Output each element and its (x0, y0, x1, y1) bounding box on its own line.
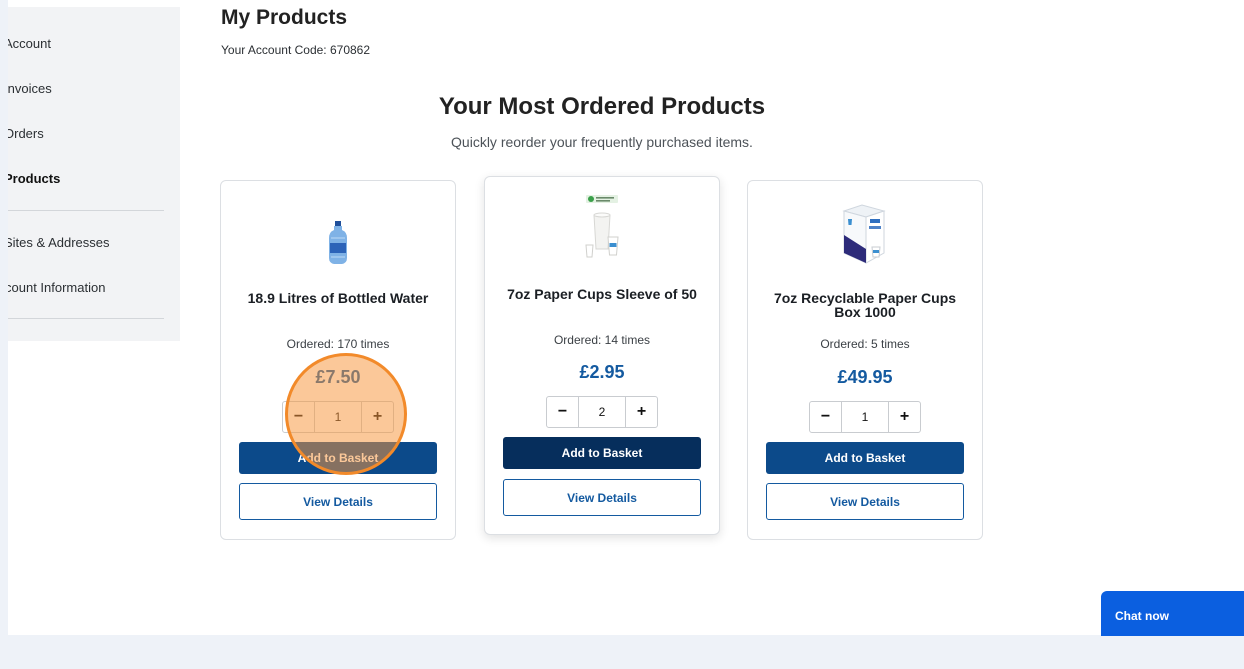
account-code: Your Account Code: 670862 (221, 43, 371, 57)
ordered-count: Ordered: 14 times (553, 333, 651, 347)
quantity-stepper: − 1 + (282, 401, 394, 433)
decrease-quantity-button[interactable]: − (547, 397, 579, 427)
view-details-button[interactable]: View Details (766, 483, 964, 520)
product-card: 18.9 Litres of Bottled Water Ordered: 17… (220, 180, 456, 540)
sidebar-item-products[interactable]: Products (8, 171, 60, 186)
chat-now-button[interactable]: Chat now (1101, 591, 1244, 636)
product-price: £2.95 (579, 362, 625, 382)
product-price: £7.50 (315, 367, 361, 387)
quantity-stepper: − 1 + (809, 401, 921, 433)
paper-cups-icon (582, 193, 622, 261)
add-to-basket-button[interactable]: Add to Basket (503, 437, 701, 469)
section-subtitle: Quickly reorder your frequently purchase… (451, 134, 753, 150)
ordered-count: Ordered: 170 times (286, 337, 390, 351)
sidebar-item-account[interactable]: Account (8, 36, 51, 51)
water-bottle-icon (329, 221, 347, 265)
page-content: Account Invoices Orders Products Sites &… (8, 0, 1244, 635)
cup-box-icon (838, 201, 892, 267)
sidebar-item-sites-addresses[interactable]: Sites & Addresses (8, 235, 110, 250)
section-title: Your Most Ordered Products (438, 93, 766, 120)
product-card: 7oz Paper Cups Sleeve of 50 Ordered: 14 … (484, 176, 720, 535)
decrease-quantity-button[interactable]: − (283, 402, 315, 432)
page-title: My Products (221, 6, 348, 29)
increase-quantity-button[interactable]: + (625, 397, 657, 427)
product-card: 7oz Recyclable Paper Cups Box 1000 Order… (747, 180, 983, 540)
decrease-quantity-button[interactable]: − (810, 402, 842, 432)
add-to-basket-button[interactable]: Add to Basket (766, 442, 964, 474)
sidebar-item-account-information[interactable]: count Information (8, 280, 105, 295)
product-name[interactable]: 7oz Recyclable Paper Cups Box 1000 (764, 291, 966, 319)
product-price: £49.95 (837, 367, 893, 387)
product-name[interactable]: 7oz Paper Cups Sleeve of 50 (501, 287, 703, 301)
increase-quantity-button[interactable]: + (361, 402, 393, 432)
quantity-value[interactable]: 2 (579, 397, 625, 427)
quantity-value[interactable]: 1 (842, 402, 888, 432)
ordered-count: Ordered: 5 times (820, 337, 910, 351)
add-to-basket-button[interactable]: Add to Basket (239, 442, 437, 474)
view-details-button[interactable]: View Details (239, 483, 437, 520)
sidebar-divider (8, 318, 164, 319)
account-sidebar: Account Invoices Orders Products Sites &… (8, 7, 180, 341)
increase-quantity-button[interactable]: + (888, 402, 920, 432)
view-details-button[interactable]: View Details (503, 479, 701, 516)
sidebar-divider (8, 210, 164, 211)
quantity-stepper: − 2 + (546, 396, 658, 428)
product-name[interactable]: 18.9 Litres of Bottled Water (237, 291, 439, 305)
quantity-value[interactable]: 1 (315, 402, 361, 432)
